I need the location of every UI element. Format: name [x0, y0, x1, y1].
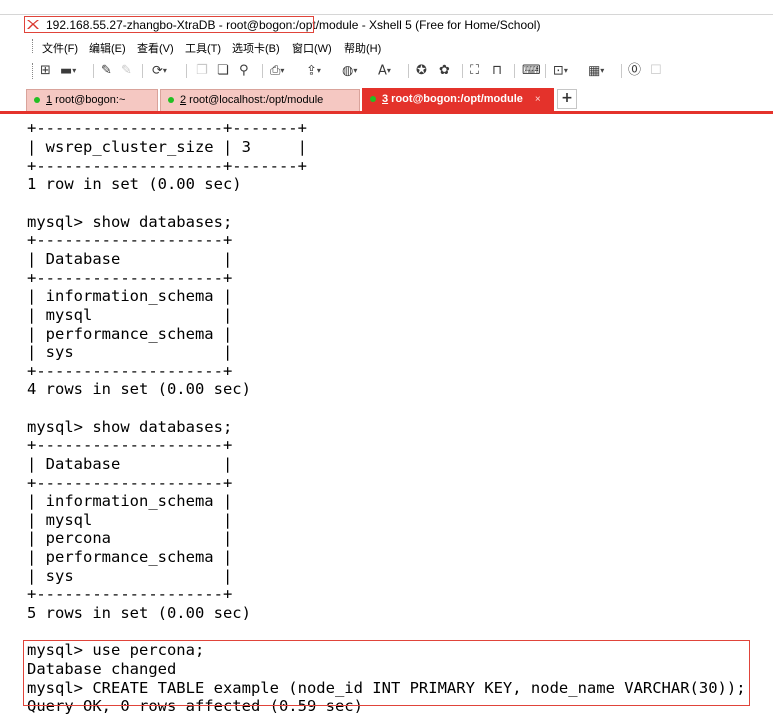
annotation-box-commands [23, 640, 750, 706]
tab-label: root@bogon:~ [52, 94, 126, 106]
reconnect-icon[interactable]: ⟳▾ [152, 63, 167, 79]
help-icon[interactable]: ⓪ [628, 63, 641, 79]
chat-icon[interactable]: ☐ [650, 63, 662, 79]
new-session-icon[interactable]: ⊞ [40, 63, 51, 79]
terminal-line: +--------------------+ [27, 231, 233, 249]
connected-status-icon [34, 97, 40, 104]
connected-status-icon [370, 96, 376, 103]
menu-tab[interactable]: 选项卡(B) [232, 40, 280, 56]
menubar-grip [32, 39, 35, 53]
menu-edit[interactable]: 编辑(E) [89, 40, 126, 56]
toolbar: ⊞ ▬▾ ✎ ✎ ⟳▾ ❐ ❏ ⚲ ⎙▾ ⇪▾ ◍▾ A▾ ✪ ✿ ⛶ ⊓ ⌨ … [0, 58, 773, 84]
toolbar-separator [514, 64, 515, 78]
window-title-bar: 192.168.55.27-zhangbo-XtraDB - root@bogo… [0, 14, 773, 35]
toolbar-separator [93, 64, 94, 78]
toolbar-separator [545, 64, 546, 78]
open-folder-icon[interactable]: ▬▾ [60, 63, 76, 79]
add-tab-button[interactable]: + [557, 89, 577, 109]
tab-label: root@bogon:/opt/module [388, 93, 523, 105]
tab-label: root@localhost:/opt/module [186, 94, 324, 106]
terminal-line: | performance_schema | [27, 325, 233, 343]
annotation-box-title [24, 16, 314, 33]
terminal-line: +--------------------+ [27, 474, 233, 492]
menu-file[interactable]: 文件(F) [42, 40, 78, 56]
terminal-line: | mysql | [27, 511, 233, 529]
terminal-line: | sys | [27, 343, 233, 361]
toolbar-separator [262, 64, 263, 78]
terminal-line: | Database | [27, 455, 233, 473]
menu-help[interactable]: 帮助(H) [344, 40, 381, 56]
font-icon[interactable]: A▾ [378, 63, 391, 79]
menubar: 文件(F) 编辑(E) 查看(V) 工具(T) 选项卡(B) 窗口(W) 帮助(… [0, 35, 773, 57]
terminal-line: | performance_schema | [27, 548, 233, 566]
find-icon[interactable]: ⚲ [239, 63, 249, 79]
terminal-line: +--------------------+ [27, 269, 233, 287]
paste-icon[interactable]: ❏ [217, 63, 229, 79]
terminal-line: +--------------------+-------+ [27, 119, 307, 137]
connect-icon[interactable]: ✎ [101, 63, 112, 79]
toolbar-separator [408, 64, 409, 78]
menu-view[interactable]: 查看(V) [137, 40, 174, 56]
terminal-line: 5 rows in set (0.00 sec) [27, 604, 251, 622]
session-tabbar: 1 root@bogon:~ 2 root@localhost:/opt/mod… [0, 86, 773, 112]
tab-session-1[interactable]: 1 root@bogon:~ [26, 89, 158, 111]
print-icon[interactable]: ⎙▾ [270, 63, 284, 79]
terminal-line: +--------------------+-------+ [27, 157, 307, 175]
copy-icon[interactable]: ❐ [196, 63, 208, 79]
terminal-line: 4 rows in set (0.00 sec) [27, 380, 251, 398]
terminal-line: | mysql | [27, 306, 233, 324]
disconnect-icon[interactable]: ✎ [121, 63, 132, 79]
terminal-line: +--------------------+ [27, 436, 233, 454]
tab-session-2[interactable]: 2 root@localhost:/opt/module [160, 89, 360, 111]
layout-icon[interactable]: ▦▾ [588, 63, 604, 79]
globe-icon[interactable]: ◍▾ [342, 63, 357, 79]
terminal-line: mysql> show databases; [27, 213, 233, 231]
transfer-icon[interactable]: ⇪▾ [306, 63, 321, 79]
menu-window[interactable]: 窗口(W) [292, 40, 332, 56]
fullscreen-icon[interactable]: ⛶ [470, 63, 479, 79]
tab-session-3[interactable]: 3 root@bogon:/opt/module × [362, 88, 554, 112]
terminal-line: | sys | [27, 567, 233, 585]
terminal-line: +--------------------+ [27, 362, 233, 380]
xftp-icon[interactable]: ✪ [416, 63, 427, 79]
toolbar-separator [186, 64, 187, 78]
lock-icon[interactable]: ⊓ [492, 63, 502, 79]
toolbar-grip [32, 63, 35, 79]
close-tab-icon[interactable]: × [535, 94, 541, 105]
compose-icon[interactable]: ⊡▾ [553, 63, 568, 79]
terminal-line: | percona | [27, 529, 233, 547]
keyboard-icon[interactable]: ⌨ [522, 63, 541, 79]
connected-status-icon [168, 97, 174, 104]
terminal-line: 1 row in set (0.00 sec) [27, 175, 242, 193]
terminal-line: | information_schema | [27, 492, 233, 510]
terminal-line: mysql> show databases; [27, 418, 233, 436]
terminal-line: | Database | [27, 250, 233, 268]
terminal-line: | information_schema | [27, 287, 233, 305]
xmanager-icon[interactable]: ✿ [439, 63, 450, 79]
toolbar-separator [142, 64, 143, 78]
terminal-line: | wsrep_cluster_size | 3 | [27, 138, 307, 156]
terminal-line: +--------------------+ [27, 585, 233, 603]
toolbar-separator [462, 64, 463, 78]
terminal-output[interactable]: +--------------------+-------+ | wsrep_c… [0, 114, 773, 720]
toolbar-separator [621, 64, 622, 78]
menu-tools[interactable]: 工具(T) [185, 40, 221, 56]
